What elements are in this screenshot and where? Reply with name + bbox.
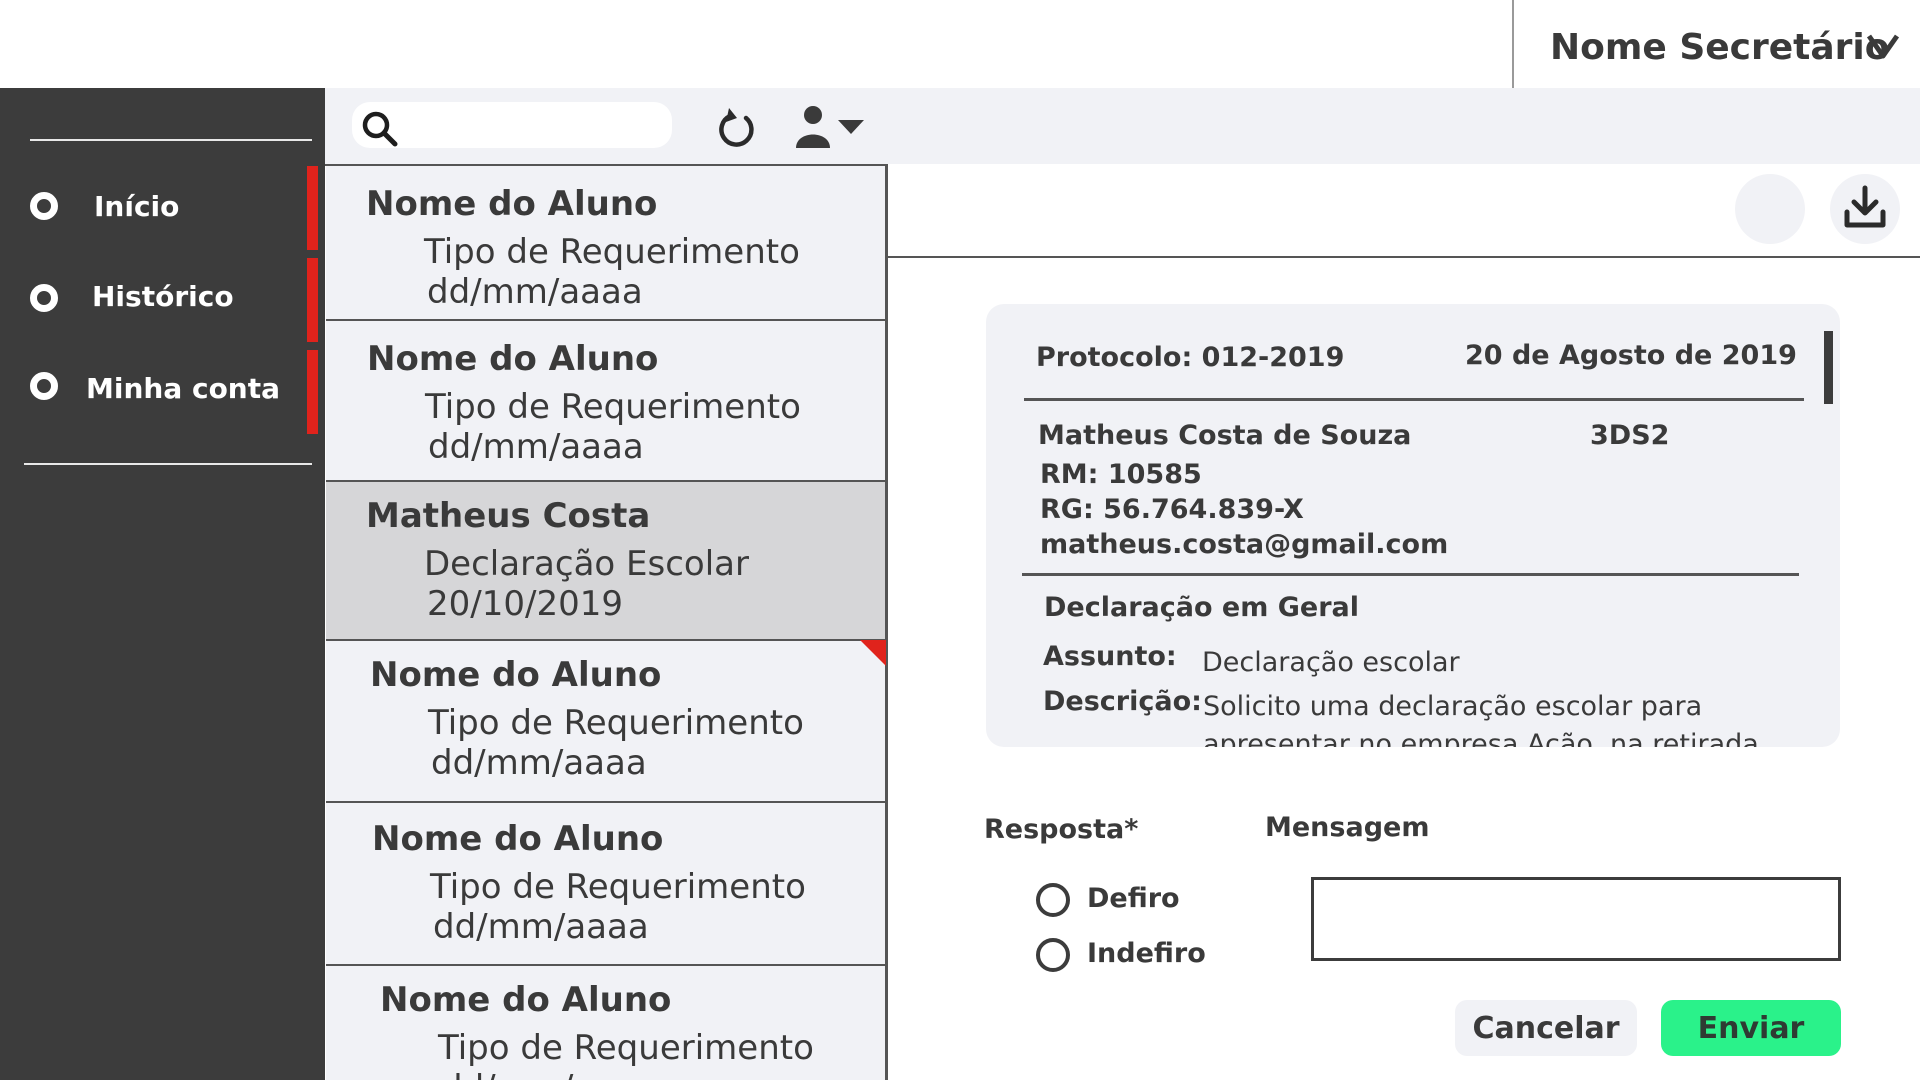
ring-icon — [30, 284, 58, 312]
request-date: dd/mm/aaaa — [441, 1068, 657, 1080]
list-item[interactable]: Nome do Aluno Tipo de Requerimento dd/mm… — [326, 966, 886, 1080]
request-category: Declaração em Geral — [1044, 592, 1360, 623]
description-text: Solicito uma declaração escolar para — [1203, 691, 1703, 722]
request-date: dd/mm/aaaa — [428, 427, 644, 467]
request-date: dd/mm/aaaa — [431, 743, 647, 783]
message-label: Mensagem — [1265, 812, 1430, 843]
sidebar-item-label: Histórico — [92, 280, 234, 313]
student-name: Nome do Aluno — [370, 655, 662, 695]
request-type: Tipo de Requerimento — [428, 703, 804, 743]
card-divider — [1024, 398, 1804, 401]
student-rg: RG: 56.764.839-X — [1040, 494, 1304, 525]
student-rm: RM: 10585 — [1040, 459, 1202, 490]
description-text: apresentar no empresa Ação, na retirada — [1203, 729, 1759, 747]
request-date: dd/mm/aaaa — [433, 907, 649, 947]
radio-indefiro[interactable] — [1036, 938, 1070, 972]
description-label: Descrição: — [1043, 686, 1202, 717]
refresh-icon[interactable] — [714, 104, 758, 150]
list-item[interactable]: Nome do Aluno Tipo de Requerimento dd/mm… — [326, 321, 886, 482]
request-type: Tipo de Requerimento — [425, 387, 801, 427]
active-marker — [307, 166, 318, 250]
sidebar: Início Histórico Minha conta — [0, 88, 325, 1080]
message-field[interactable] — [1311, 877, 1841, 961]
request-list[interactable]: Nome do Aluno Tipo de Requerimento dd/mm… — [326, 166, 886, 1080]
student-name: Matheus Costa — [366, 496, 651, 536]
student-name: Nome do Aluno — [366, 184, 658, 224]
list-divider — [885, 164, 888, 1080]
radio-defiro[interactable] — [1036, 883, 1070, 917]
request-type: Tipo de Requerimento — [438, 1028, 814, 1068]
sidebar-item-historico[interactable]: Histórico — [0, 258, 322, 342]
card-divider — [1022, 573, 1799, 576]
student-name: Nome do Aluno — [380, 980, 672, 1020]
user-filter-icon[interactable] — [794, 104, 868, 148]
ring-icon — [30, 372, 58, 400]
request-date: dd/mm/aaaa — [427, 272, 643, 312]
student-name: Nome do Aluno — [372, 819, 664, 859]
new-flag-icon — [860, 640, 886, 666]
user-name: Nome Secretário — [1550, 26, 1890, 68]
search-input[interactable] — [412, 108, 656, 144]
action-button[interactable] — [1735, 174, 1805, 244]
radio-defiro-label: Defiro — [1087, 883, 1180, 914]
card-scrollbar[interactable] — [1824, 331, 1833, 404]
list-item[interactable]: Nome do Aluno Tipo de Requerimento dd/mm… — [326, 641, 886, 803]
sidebar-item-minha-conta[interactable]: Minha conta — [0, 350, 322, 434]
request-date: 20 de Agosto de 2019 — [1465, 340, 1797, 371]
active-marker — [307, 258, 318, 342]
subject-value: Declaração escolar — [1202, 647, 1460, 678]
sidebar-item-inicio[interactable]: Início — [0, 166, 322, 250]
student-name: Nome do Aluno — [367, 339, 659, 379]
list-item[interactable]: Nome do Aluno Tipo de Requerimento dd/mm… — [326, 803, 886, 966]
user-menu[interactable]: Nome Secretário — [1512, 0, 1920, 94]
active-marker — [307, 350, 318, 434]
cancel-button[interactable]: Cancelar — [1455, 1000, 1637, 1056]
list-item-selected[interactable]: Matheus Costa Declaração Escolar 20/10/2… — [326, 482, 886, 641]
request-type: Declaração Escolar — [424, 544, 749, 584]
student-email: matheus.costa@gmail.com — [1040, 529, 1449, 560]
request-date: 20/10/2019 — [427, 584, 623, 624]
student-class: 3DS2 — [1590, 420, 1670, 451]
search-box[interactable] — [352, 102, 672, 148]
request-type: Tipo de Requerimento — [424, 232, 800, 272]
sidebar-divider-top — [30, 139, 312, 141]
ring-icon — [30, 192, 58, 220]
sidebar-item-label: Minha conta — [86, 372, 281, 405]
radio-indefiro-label: Indefiro — [1087, 938, 1206, 969]
sidebar-divider-bottom — [24, 463, 312, 465]
subject-label: Assunto: — [1043, 641, 1177, 672]
send-button[interactable]: Enviar — [1661, 1000, 1841, 1056]
protocol-number: Protocolo: 012-2019 — [1036, 342, 1345, 373]
search-icon[interactable] — [360, 109, 400, 149]
sidebar-item-label: Início — [94, 190, 180, 223]
request-type: Tipo de Requerimento — [430, 867, 806, 907]
chevron-down-icon[interactable] — [1866, 28, 1900, 62]
student-full-name: Matheus Costa de Souza — [1038, 420, 1412, 451]
list-item[interactable]: Nome do Aluno Tipo de Requerimento dd/mm… — [326, 166, 886, 321]
response-label: Resposta* — [984, 814, 1139, 845]
request-card: Protocolo: 012-2019 20 de Agosto de 2019… — [986, 304, 1840, 747]
download-icon[interactable] — [1842, 184, 1888, 230]
